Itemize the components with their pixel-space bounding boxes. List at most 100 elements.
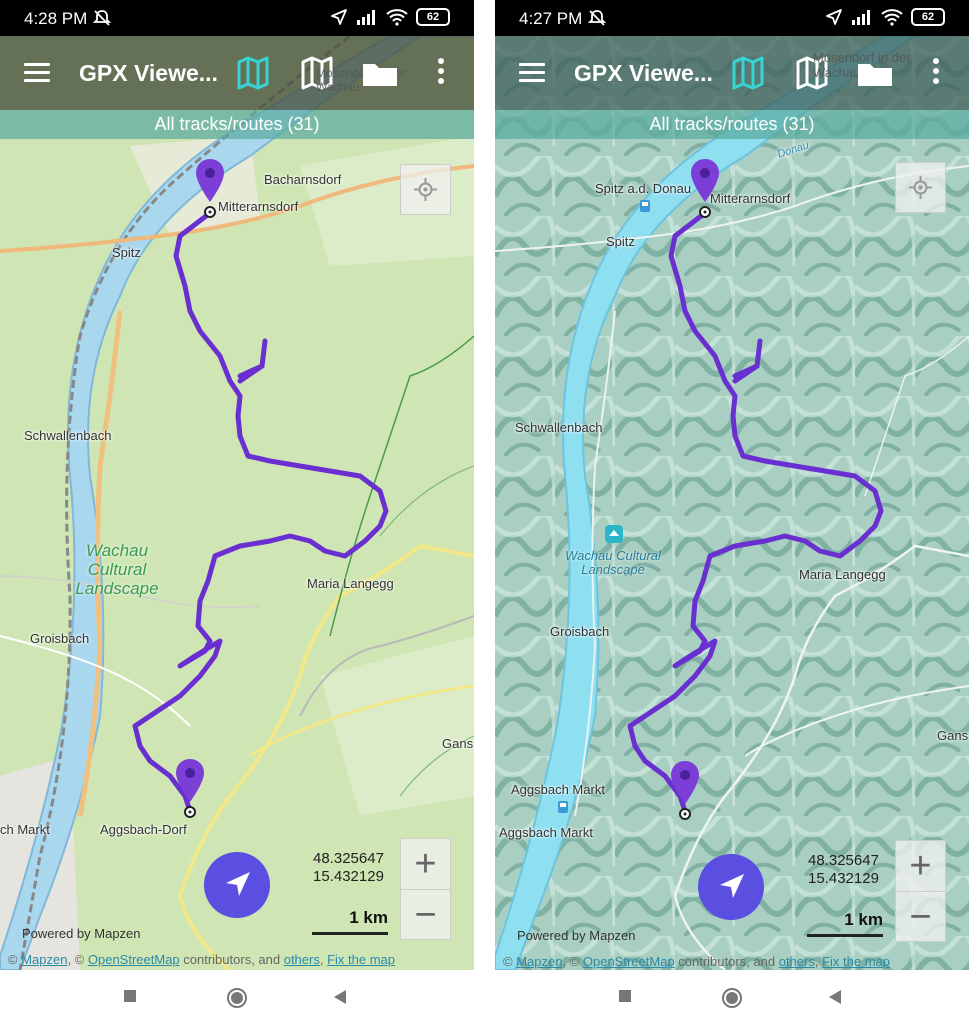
app-title: GPX Viewe... bbox=[574, 60, 713, 86]
wifi-icon bbox=[881, 9, 903, 26]
place-label: Groisbach bbox=[30, 631, 90, 646]
start-pin-icon[interactable] bbox=[689, 158, 721, 204]
recents-icon[interactable] bbox=[618, 989, 632, 1003]
track-end-marker-icon bbox=[184, 806, 196, 818]
battery-icon: 62 bbox=[911, 8, 945, 26]
zoom-in-button[interactable]: + bbox=[896, 841, 945, 892]
bus-stop-icon bbox=[640, 200, 650, 212]
attribution-sep: , bbox=[319, 952, 328, 967]
location-icon bbox=[826, 9, 842, 25]
my-location-button[interactable] bbox=[400, 164, 451, 215]
battery-icon: 62 bbox=[416, 8, 450, 26]
app-bar: GPX Viewe... Mosendorf in der Wachau bbox=[0, 36, 474, 110]
scale-bar bbox=[312, 932, 388, 935]
others-link[interactable]: others bbox=[284, 952, 320, 967]
system-nav-bar bbox=[0, 970, 474, 1024]
map-attribution: © Mapzen, © OpenStreetMap contributors, … bbox=[8, 952, 395, 967]
place-label: Aggsbach Markt bbox=[499, 825, 593, 840]
status-bar: 4:27 PM 62 bbox=[495, 0, 969, 36]
scale-label: 1 km bbox=[844, 910, 883, 929]
place-label: Mitterarnsdorf bbox=[218, 199, 299, 214]
osm-link[interactable]: OpenStreetMap bbox=[88, 952, 180, 967]
my-location-button[interactable] bbox=[895, 162, 946, 213]
home-icon[interactable] bbox=[226, 987, 248, 1009]
tracks-summary-bar[interactable]: All tracks/routes (31) bbox=[0, 110, 474, 139]
start-pin-icon[interactable] bbox=[194, 158, 226, 204]
mapzen-link[interactable]: Mapzen bbox=[516, 954, 562, 969]
signal-icon bbox=[852, 10, 870, 25]
place-label: Gans bbox=[442, 736, 474, 751]
park-label: Wachau Cultural Landscape bbox=[75, 541, 159, 598]
navigation-arrow-icon bbox=[720, 874, 744, 898]
tracks-summary-bar[interactable]: All tracks/routes (31) bbox=[495, 110, 969, 139]
place-label: Spitz bbox=[606, 234, 635, 249]
attribution-text: contributors, and bbox=[674, 954, 779, 969]
coordinates-readout: 48.325647 15.432129 bbox=[808, 852, 879, 888]
menu-icon[interactable] bbox=[519, 63, 545, 83]
place-label: Schwallenbach bbox=[24, 428, 112, 443]
heritage-site-icon bbox=[605, 525, 623, 543]
coordinates-readout: 48.325647 15.432129 bbox=[313, 850, 384, 886]
place-label: Maria Langegg bbox=[307, 576, 394, 591]
place-label: Aggsbach-Dorf bbox=[100, 822, 187, 837]
folder-icon[interactable] bbox=[855, 54, 895, 92]
track-start-marker-icon bbox=[699, 206, 711, 218]
powered-by: Powered by Mapzen bbox=[22, 926, 141, 941]
app-title: GPX Viewe... bbox=[79, 60, 218, 86]
status-bar: 4:28 PM 62 bbox=[0, 0, 474, 36]
zoom-controls: + − bbox=[400, 838, 451, 940]
phone-screen-right: 4:27 PM 62 Donau Spitz a.d. Donau Mitter… bbox=[495, 0, 969, 1024]
navigation-arrow-icon bbox=[226, 872, 250, 896]
place-label: Gans bbox=[937, 728, 969, 743]
place-label: Schwallenbach bbox=[515, 420, 603, 435]
bus-stop-icon bbox=[558, 801, 568, 813]
phone-screen-left: 4:28 PM 62 Bacharnsdorf Mitterarnsdorf S… bbox=[0, 0, 474, 1024]
attribution-text: contributors, and bbox=[179, 952, 284, 967]
end-pin-icon[interactable] bbox=[669, 760, 701, 806]
place-label: ch Markt bbox=[0, 822, 50, 837]
track-start-marker-icon bbox=[204, 206, 216, 218]
status-time: 4:28 PM bbox=[24, 9, 88, 28]
others-link[interactable]: others bbox=[779, 954, 815, 969]
mute-icon bbox=[92, 10, 112, 26]
map-layers-icon[interactable] bbox=[234, 54, 272, 92]
place-label: Bacharnsdorf bbox=[264, 172, 342, 187]
zoom-out-button[interactable]: − bbox=[401, 890, 450, 940]
map-attribution: © Mapzen, © OpenStreetMap contributors, … bbox=[503, 954, 890, 969]
zoom-in-button[interactable]: + bbox=[401, 839, 450, 890]
status-time: 4:27 PM bbox=[519, 9, 583, 28]
zoom-out-button[interactable]: − bbox=[896, 892, 945, 942]
latitude: 48.325647 bbox=[313, 850, 384, 867]
folder-icon[interactable] bbox=[360, 54, 400, 92]
app-bar: GPX Viewe... Mosendorf in der Wachau bbox=[495, 36, 969, 110]
latitude: 48.325647 bbox=[808, 852, 879, 869]
powered-by: Powered by Mapzen bbox=[517, 928, 636, 943]
osm-link[interactable]: OpenStreetMap bbox=[583, 954, 675, 969]
place-label: Maria Langegg bbox=[799, 567, 886, 582]
crosshair-icon bbox=[414, 178, 437, 201]
mute-icon bbox=[587, 10, 607, 26]
more-options-icon[interactable] bbox=[437, 58, 445, 88]
track-end-marker-icon bbox=[679, 808, 691, 820]
back-icon[interactable] bbox=[827, 989, 843, 1005]
navigate-button[interactable] bbox=[204, 852, 270, 918]
place-label: Aggsbach Markt bbox=[511, 782, 605, 797]
home-icon[interactable] bbox=[721, 987, 743, 1009]
navigate-button[interactable] bbox=[698, 854, 764, 920]
mapzen-link[interactable]: Mapzen bbox=[21, 952, 67, 967]
end-pin-icon[interactable] bbox=[174, 758, 206, 804]
back-icon[interactable] bbox=[332, 989, 348, 1005]
fix-map-link[interactable]: Fix the map bbox=[822, 954, 890, 969]
crosshair-icon bbox=[909, 176, 932, 199]
longitude: 15.432129 bbox=[313, 868, 384, 885]
recents-icon[interactable] bbox=[123, 989, 137, 1003]
fix-map-link[interactable]: Fix the map bbox=[327, 952, 395, 967]
place-label: Groisbach bbox=[550, 624, 610, 639]
menu-icon[interactable] bbox=[24, 63, 50, 83]
more-options-icon[interactable] bbox=[932, 58, 940, 88]
attribution-sep: , © bbox=[67, 952, 88, 967]
map-layers-icon[interactable] bbox=[729, 54, 767, 92]
attribution-sep: , bbox=[814, 954, 823, 969]
attribution-prefix: © bbox=[503, 954, 517, 969]
zoom-controls: + − bbox=[895, 840, 946, 942]
